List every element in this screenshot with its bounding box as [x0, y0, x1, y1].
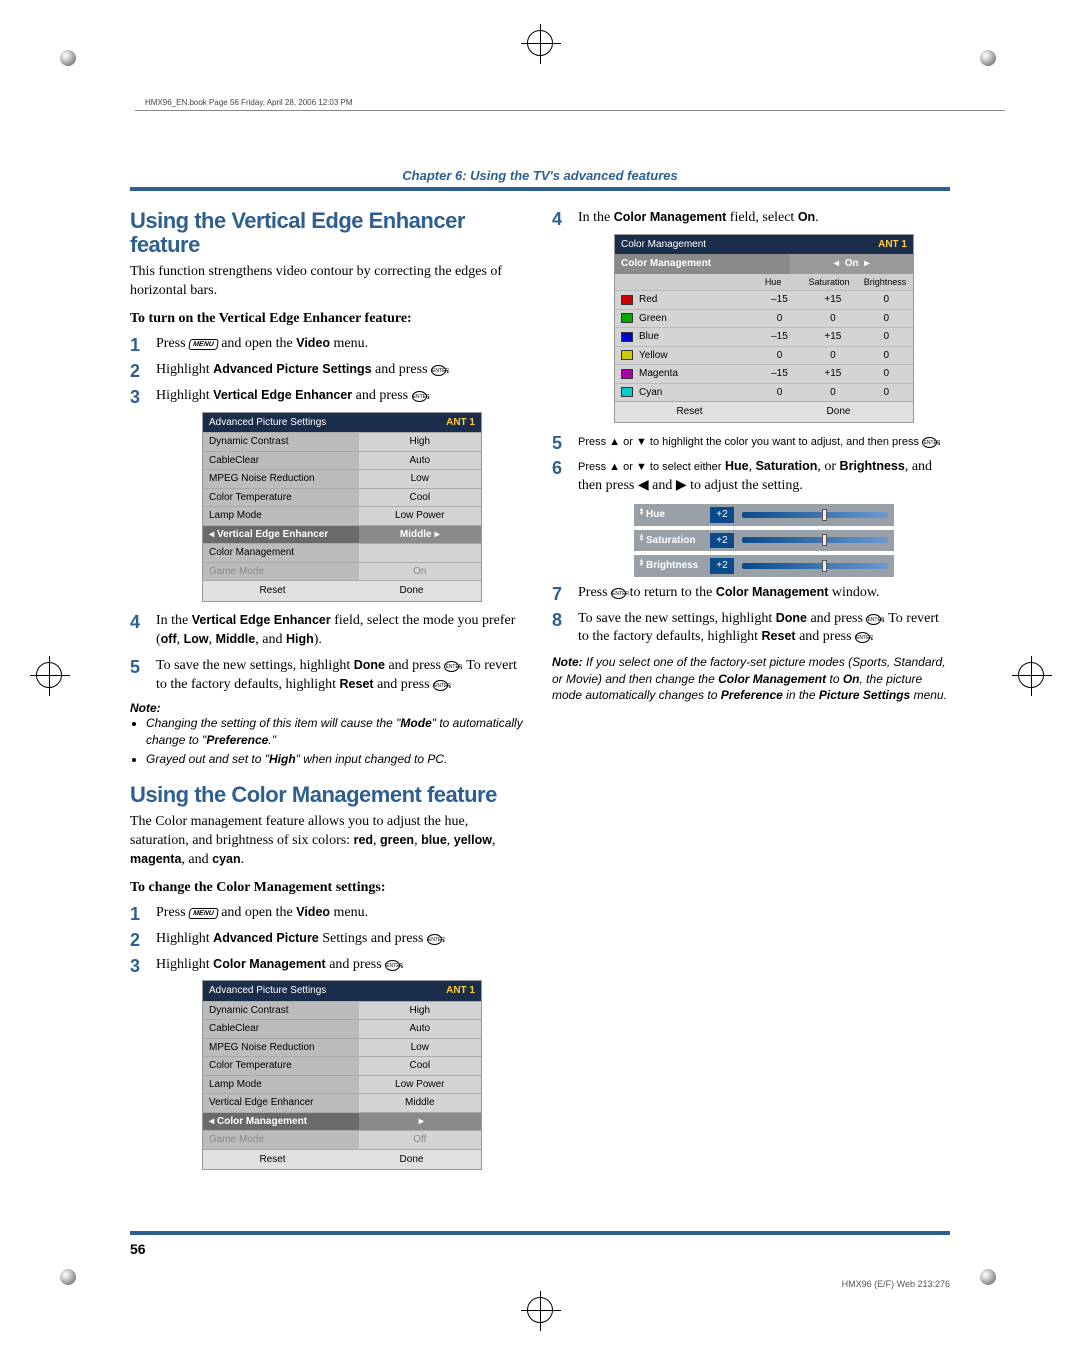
step-5: To save the new settings, highlight Done…: [130, 657, 528, 695]
enter-button-icon: ENTER: [922, 437, 937, 448]
cm-step-3: Highlight Color Management and press ENT…: [130, 956, 528, 1171]
r-step-8: To save the new settings, highlight Done…: [552, 610, 950, 648]
step-2: Highlight Advanced Picture Settings and …: [130, 361, 528, 380]
header-bar: HMX96_EN.book Page 56 Friday, April 28, …: [145, 98, 353, 107]
enter-button-icon: ENTER: [611, 588, 626, 599]
enter-button-icon: ENTER: [431, 365, 446, 376]
footer-code: HMX96 (E/F) Web 213:276: [842, 1279, 950, 1289]
enter-button-icon: ENTER: [855, 632, 870, 643]
subhead-2: To change the Color Management settings:: [130, 880, 528, 896]
note-head: Note:: [130, 701, 528, 715]
page-number: 56: [130, 1241, 146, 1257]
r-step-5: Press ▲ or ▼ to highlight the color you …: [552, 433, 950, 452]
color-management-panel: Color ManagementANT 1Color Management On…: [614, 234, 914, 423]
left-column: Using the Vertical Edge Enhancer feature…: [130, 209, 528, 1180]
cm-intro: The Color management feature allows you …: [130, 813, 528, 870]
enter-button-icon: ENTER: [444, 661, 459, 672]
section-vertical-edge: Using the Vertical Edge Enhancer feature: [130, 209, 528, 257]
enter-button-icon: ENTER: [427, 934, 442, 945]
menu-button-icon: MENU: [188, 908, 218, 919]
r-step-7: Press ENTER to return to the Color Manag…: [552, 584, 950, 603]
advanced-picture-settings-panel-2: Advanced Picture SettingsANT 1Dynamic Co…: [202, 980, 482, 1170]
subhead-1: To turn on the Vertical Edge Enhancer fe…: [130, 311, 528, 327]
step-1: Press MENU and open the Video menu.: [130, 335, 528, 354]
cm-step-2: Highlight Advanced Picture Settings and …: [130, 930, 528, 949]
right-note: Note: If you select one of the factory-s…: [552, 654, 950, 703]
intro-text: This function strengthens video contour …: [130, 263, 528, 301]
enter-button-icon: ENTER: [385, 960, 400, 971]
r-step-4: In the Color Management field, select On…: [552, 209, 950, 423]
section-color-management: Using the Color Management feature: [130, 783, 528, 807]
step-4: In the Vertical Edge Enhancer field, sel…: [130, 612, 528, 650]
enter-button-icon: ENTER: [433, 680, 448, 691]
advanced-picture-settings-panel: Advanced Picture SettingsANT 1Dynamic Co…: [202, 412, 482, 602]
r-step-6: Press ▲ or ▼ to select either Hue, Satur…: [552, 458, 950, 576]
cm-step-1: Press MENU and open the Video menu.: [130, 904, 528, 923]
menu-button-icon: MENU: [188, 339, 218, 350]
title-rule: [130, 187, 950, 191]
sliders-block: Hue+2Saturation+2Brightness+2: [578, 504, 950, 577]
note-item-2: Grayed out and set to "High" when input …: [146, 751, 528, 767]
right-column: In the Color Management field, select On…: [552, 209, 950, 1180]
enter-button-icon: ENTER: [412, 391, 427, 402]
step-3: Highlight Vertical Edge Enhancer and pre…: [130, 387, 528, 602]
enter-button-icon: ENTER: [866, 614, 881, 625]
note-item-1: Changing the setting of this item will c…: [146, 715, 528, 747]
chapter-title: Chapter 6: Using the TV's advanced featu…: [130, 168, 950, 183]
